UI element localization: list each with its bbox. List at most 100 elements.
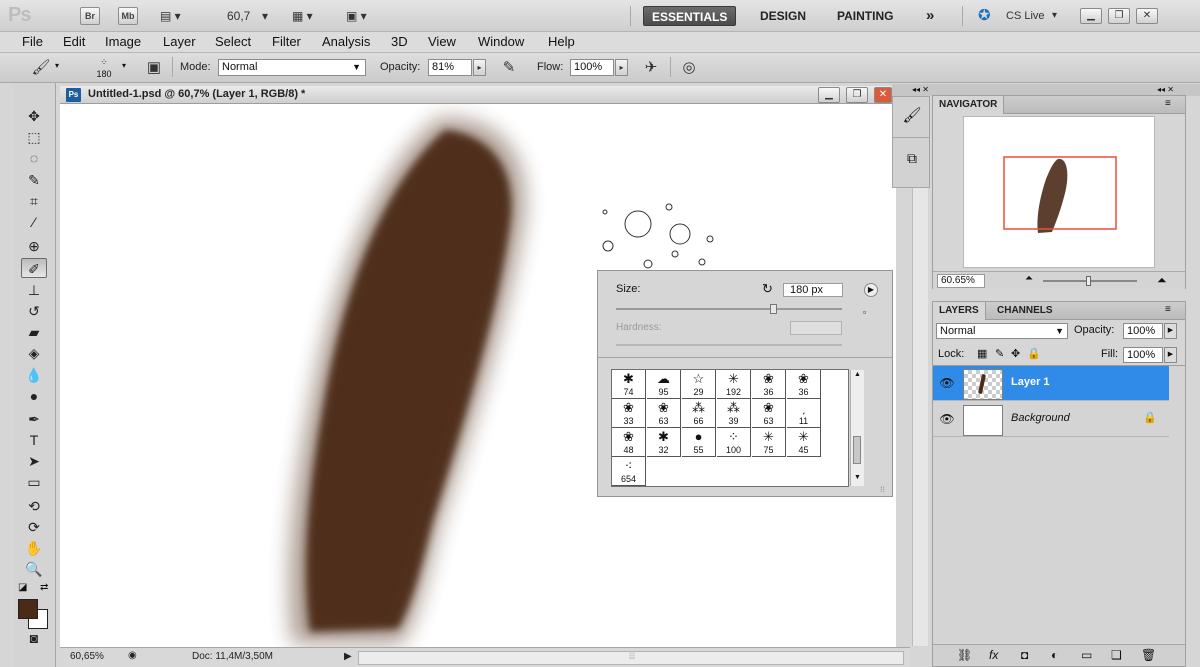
menu-file[interactable]: File [22,32,43,52]
opacity-field[interactable]: 81% [428,59,472,76]
brush-preset-cell[interactable]: ✱ 32 [647,428,681,457]
pressure-opacity-icon[interactable]: ✎ [498,57,520,79]
fill-field[interactable]: 100% [1123,347,1163,363]
hardness-field[interactable] [790,321,842,335]
size-field[interactable]: 180 px [783,283,843,297]
menu-view[interactable]: View [428,32,456,52]
doc-close-button[interactable]: ✕ [874,87,892,103]
view-extras-icon[interactable]: ▤ ▾ [160,7,181,25]
brush-preset-cell[interactable]: ✱ 74 [612,370,646,399]
layer-mask-icon[interactable]: ◘ [1021,648,1028,662]
brush-preset-cell[interactable]: ☁ 95 [647,370,681,399]
brush-picker-button[interactable]: ⁘ 180 [92,56,116,80]
eraser-tool-icon[interactable]: ▰ [21,322,47,342]
size-slider-track[interactable] [616,308,842,310]
brush-preset-cell[interactable]: ● 55 [682,428,716,457]
close-button[interactable]: ✕ [1136,8,1158,24]
delete-layer-icon[interactable]: 🗑 [1141,648,1156,662]
eyedropper-tool-icon[interactable]: ⁄ [21,212,47,232]
brush-grid-scroll-thumb[interactable] [853,436,861,464]
workspace-painting-button[interactable]: PAINTING [829,6,901,26]
menu-3d[interactable]: 3D [391,32,408,52]
paint-bucket-tool-icon[interactable]: ◈ [21,343,47,363]
menu-layer[interactable]: Layer [163,32,196,52]
scroll-thumb-grip[interactable]: ⦙⦙⦙ [629,651,635,662]
lock-pixels-icon[interactable]: ✎ [995,347,1004,360]
lock-position-icon[interactable]: ✥ [1011,347,1020,360]
group-icon[interactable]: ▭ [1081,648,1092,662]
document-tab[interactable]: Ps Untitled-1.psd @ 60,7% (Layer 1, RGB/… [60,86,892,104]
visibility-eye-icon[interactable]: 👁 [939,376,955,390]
brush-panel-icon[interactable]: 🖌 [901,105,923,127]
brush-preset-cell[interactable]: ✳ 75 [752,428,786,457]
size-slider-thumb[interactable] [770,304,777,314]
brush-preset-cell[interactable]: ⁖ 654 [612,457,646,486]
healing-brush-tool-icon[interactable]: ⊕ [21,236,47,256]
brush-preset-cell[interactable]: ˏ 11 [787,399,821,428]
visibility-eye-icon[interactable]: 👁 [939,412,955,426]
layer-opacity-field[interactable]: 100% [1123,323,1163,339]
brush-preset-cell[interactable]: ⁂ 66 [682,399,716,428]
lock-all-icon[interactable]: 🔒 [1027,347,1041,360]
mode-select[interactable]: Normal ▼ [218,59,366,76]
history-brush-tool-icon[interactable]: ↺ [21,301,47,321]
airbrush-icon[interactable]: ✈ [640,57,662,79]
blend-mode-select[interactable]: Normal ▼ [936,323,1068,339]
brush-panel-toggle-icon[interactable]: ▣ [143,57,165,79]
blur-tool-icon[interactable]: 💧 [21,365,47,385]
quick-mask-icon[interactable]: ◙ [21,628,47,648]
scroll-up-icon[interactable]: ▲ [854,371,861,378]
navigator-preview[interactable] [963,116,1155,268]
fill-arrow[interactable]: ▶ [1164,347,1177,363]
status-zoom[interactable]: 60,65% [70,651,104,662]
lock-transparency-icon[interactable]: ▦ [977,347,987,360]
link-layers-icon[interactable]: ⛓ [957,648,972,662]
clone-source-panel-icon[interactable]: ⧉ [901,147,923,169]
menu-image[interactable]: Image [105,32,141,52]
layer-row-layer-1[interactable]: 👁 Layer 1 [933,366,1169,401]
hardness-slider-track[interactable] [616,344,842,346]
new-layer-icon[interactable]: ❑ [1111,648,1122,662]
brush-preset-cell[interactable]: ✳ 192 [717,370,751,399]
brush-preset-cell[interactable]: ⁂ 39 [717,399,751,428]
hand-tool-icon[interactable]: ✋ [21,538,47,558]
tab-navigator[interactable]: NAVIGATOR [933,96,1005,114]
brush-preset-cell[interactable]: ❀ 48 [612,428,646,457]
adjustment-layer-icon[interactable]: ◐ [1051,648,1058,662]
brush-preset-cell[interactable]: ❀ 63 [752,399,786,428]
bridge-button[interactable]: Br [80,7,100,25]
menu-analysis[interactable]: Analysis [322,32,370,52]
background-layer-name[interactable]: Background [1011,412,1070,424]
3d-orbit-tool-icon[interactable]: ⟳ [21,517,47,537]
brush-preset-cell[interactable]: ❀ 33 [612,399,646,428]
scroll-down-icon[interactable]: ▼ [854,474,861,481]
brush-grid-scrollbar[interactable]: ▲ ▼ [850,370,864,486]
menu-edit[interactable]: Edit [63,32,85,52]
shape-tool-icon[interactable]: ▭ [21,472,47,492]
zoom-dropdown-icon[interactable]: ▾ [262,7,268,25]
zoom-tool-icon[interactable]: 🔍 [21,559,47,579]
preset-dropdown-icon[interactable]: ▾ [55,61,59,70]
type-tool-icon[interactable]: T [21,430,47,450]
cs-live-icon[interactable]: ✪ [978,7,991,25]
flow-slider-toggle[interactable]: ▸ [615,59,628,76]
brush-picker-dropdown-icon[interactable]: ▾ [122,61,126,70]
restore-button[interactable]: ❐ [1108,8,1130,24]
tab-layers[interactable]: LAYERS [933,302,986,320]
default-colors-icon[interactable]: ◪ [18,582,27,593]
3d-rotate-tool-icon[interactable]: ⟲ [21,496,47,516]
brush-tool-icon[interactable]: ✐ [21,258,47,278]
side-dock-header[interactable]: ◂◂ ✕ [892,84,932,96]
brush-preset-cell[interactable]: ❀ 63 [647,399,681,428]
swap-colors-icon[interactable]: ⇄ [40,582,48,593]
layer-style-icon[interactable]: fx [989,648,998,662]
brush-preset-cell[interactable]: ☆ 29 [682,370,716,399]
mini-bridge-button[interactable]: Mb [118,7,138,25]
menu-help[interactable]: Help [548,32,575,52]
picker-resize-grip[interactable]: ⁝⁝ [880,485,885,494]
doc-restore-button[interactable]: ❐ [846,87,868,103]
quick-selection-tool-icon[interactable]: ✎ [21,170,47,190]
more-workspaces-button[interactable]: » [918,6,942,26]
cs-live-button[interactable]: CS Live [1006,7,1045,25]
foreground-color-swatch[interactable] [18,599,38,619]
